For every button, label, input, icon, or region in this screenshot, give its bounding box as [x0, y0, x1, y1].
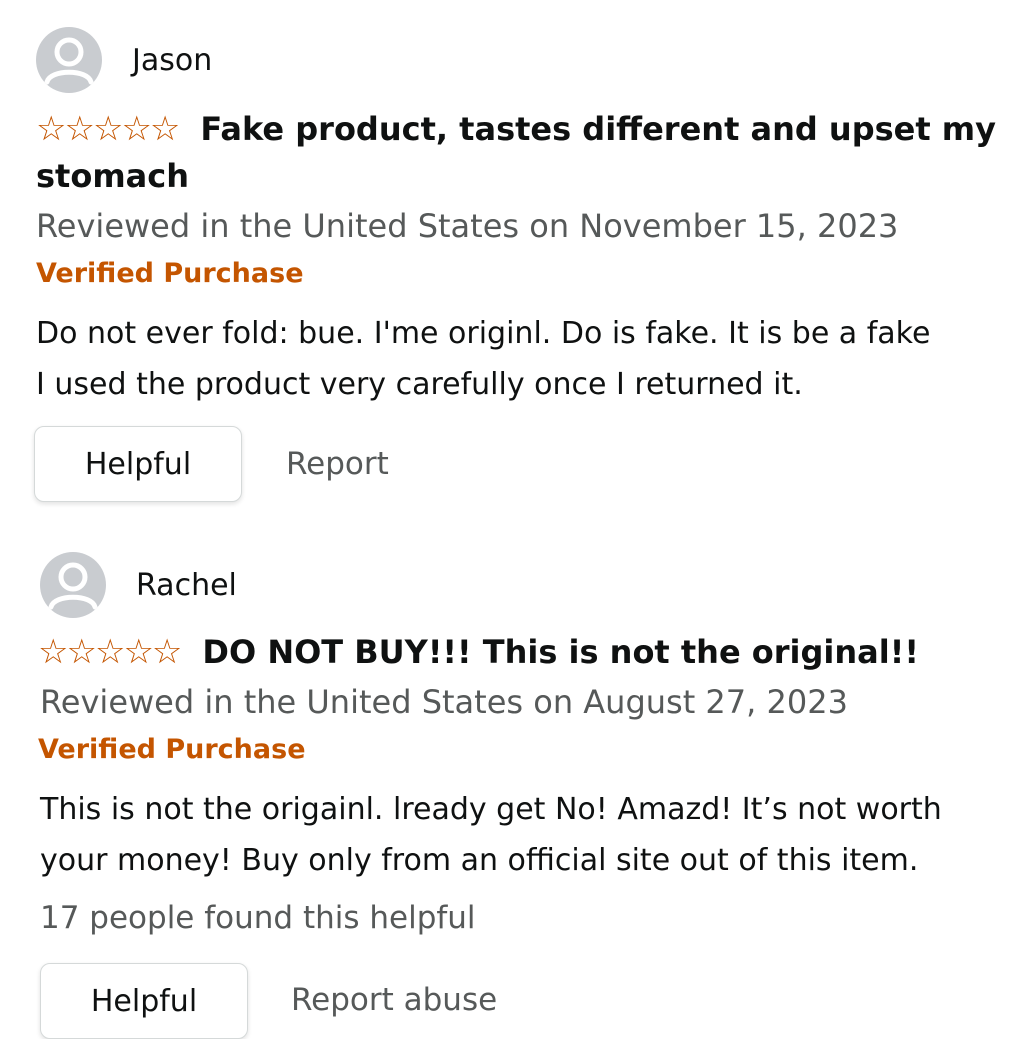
- report-abuse-link[interactable]: Report abuse: [291, 982, 497, 1018]
- verified-purchase-badge: Verified Purchase: [36, 258, 304, 289]
- star-rating-icon[interactable]: ☆☆☆☆☆: [38, 629, 182, 676]
- review-date: Reviewed in the United States on August …: [40, 683, 848, 721]
- review-title-row: ☆☆☆☆☆ Fake product, tastes different and …: [36, 106, 996, 200]
- review-body-line: Do not ever fold: bue. I'me originl. Do …: [36, 316, 931, 351]
- report-link[interactable]: Report: [286, 446, 389, 482]
- reviewer-profile[interactable]: Jason: [36, 26, 212, 94]
- helpful-button[interactable]: Helpful: [40, 963, 248, 1039]
- verified-purchase-badge: Verified Purchase: [38, 734, 306, 765]
- reviewer-profile[interactable]: Rachel: [40, 551, 237, 619]
- reviewer-name[interactable]: Rachel: [136, 568, 237, 603]
- review-title[interactable]: DO NOT BUY!!! This is not the original!!: [202, 633, 919, 671]
- avatar-icon: [36, 27, 102, 93]
- review-body-line: I used the product very carefully once I…: [36, 367, 803, 402]
- helpful-button[interactable]: Helpful: [34, 426, 242, 502]
- star-rating-icon[interactable]: ☆☆☆☆☆: [36, 106, 180, 153]
- reviewer-name[interactable]: Jason: [132, 43, 212, 78]
- review-body: Do not ever fold: bue. I'me originl. Do …: [36, 308, 1006, 410]
- review-body-line: your money! Buy only from an official si…: [40, 843, 919, 878]
- review-body: This is not the origainl. lready get No!…: [40, 784, 1010, 886]
- avatar-icon: [40, 552, 106, 618]
- review-body-line: This is not the origainl. lready get No!…: [40, 792, 942, 827]
- review-date: Reviewed in the United States on Novembe…: [36, 207, 899, 245]
- review-title[interactable]: Fake product, tastes different and upset…: [36, 110, 996, 195]
- helpful-count: 17 people found this helpful: [40, 900, 476, 936]
- review-title-row: ☆☆☆☆☆ DO NOT BUY!!! This is not the origi…: [38, 629, 998, 676]
